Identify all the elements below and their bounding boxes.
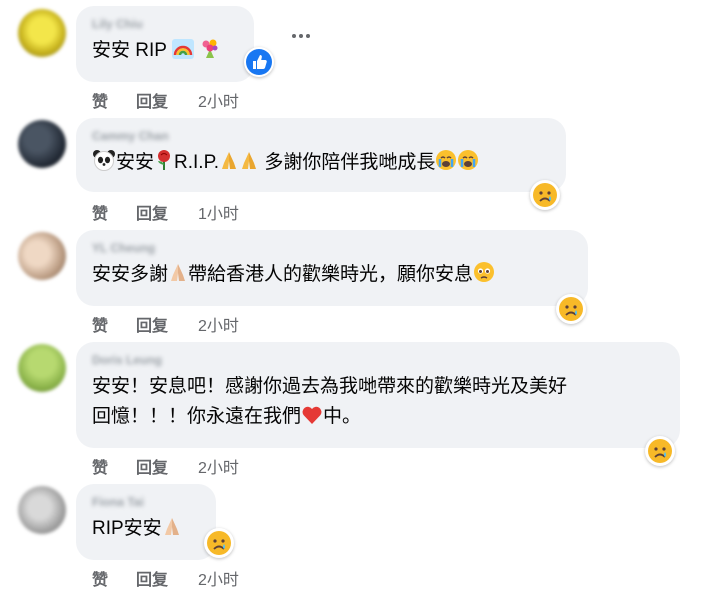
comment-text: RIP安安 — [92, 514, 200, 544]
teary-face-emoji — [474, 262, 495, 282]
comment-text: 安安！安息吧！感謝你過去為我哋帶來的歡樂時光及美好 回憶！！！你永遠在我們 中。 — [92, 372, 664, 432]
timestamp[interactable]: 2小时 — [198, 566, 239, 590]
crying-face-emoji — [436, 150, 457, 170]
like-link[interactable]: 赞 — [92, 566, 136, 590]
comment-actions: 赞 回复 1小时 — [92, 200, 239, 224]
comment-text-line: 回憶！！！你永遠在我們 中。 — [92, 402, 664, 432]
like-link[interactable]: 赞 — [92, 454, 136, 478]
reply-link[interactable]: 回复 — [136, 200, 198, 224]
comments-panel: { "comments": [ { "author": "Lily Chiu",… — [0, 0, 719, 597]
timestamp[interactable]: 2小时 — [198, 88, 239, 112]
sad-reaction-icon[interactable] — [645, 436, 675, 466]
rainbow-emoji — [171, 39, 194, 59]
comment-actions: 赞 回复 2小时 — [92, 88, 239, 112]
folded-hands-emoji — [164, 518, 179, 535]
reply-link[interactable]: 回复 — [136, 88, 198, 112]
red-heart-emoji — [302, 406, 322, 424]
like-reaction-icon[interactable] — [244, 47, 274, 77]
avatar[interactable] — [18, 232, 66, 280]
reply-link[interactable]: 回复 — [136, 454, 198, 478]
timestamp[interactable]: 1小时 — [198, 200, 239, 224]
comment-text-part: 安安 RIP — [92, 40, 167, 61]
folded-hands-emoji — [171, 264, 186, 281]
reply-link[interactable]: 回复 — [136, 566, 198, 590]
avatar[interactable] — [18, 120, 66, 168]
comment-text: 安安 RIP — [92, 36, 238, 66]
comment-actions: 赞 回复 2小时 — [92, 312, 239, 336]
comment-text: 安安 R.I.P. 多謝你陪伴我哋成長 — [92, 148, 550, 178]
comment-actions: 赞 回复 2小时 — [92, 566, 239, 590]
comment-text-part: 安安多謝 — [92, 264, 169, 285]
sad-reaction-icon[interactable] — [530, 180, 560, 210]
like-link[interactable]: 赞 — [92, 312, 136, 336]
comment-author[interactable]: Cammy Chan — [92, 128, 550, 144]
comment-text-part: 中。 — [323, 406, 362, 427]
sad-reaction-icon[interactable] — [556, 294, 586, 324]
more-options-icon[interactable] — [292, 34, 310, 38]
sad-reaction-icon[interactable] — [204, 528, 234, 558]
avatar[interactable] — [18, 486, 66, 534]
crying-face-emoji — [458, 150, 479, 170]
comment-text-line: 安安！安息吧！感謝你過去為我哋帶來的歡樂時光及美好 — [92, 376, 568, 397]
comment-bubble: Lily Chiu 安安 RIP — [76, 6, 254, 82]
comment-text-part: 帶給香港人的歡樂時光，願你安息 — [188, 264, 474, 285]
folded-hands-emoji — [242, 152, 257, 169]
timestamp[interactable]: 2小时 — [198, 312, 239, 336]
like-link[interactable]: 赞 — [92, 88, 136, 112]
comment-author[interactable]: YL Cheung — [92, 240, 572, 256]
avatar[interactable] — [18, 344, 66, 392]
panda-emoji — [93, 150, 115, 171]
comment-text-part: 多謝你陪伴我哋成長 — [264, 152, 436, 173]
timestamp[interactable]: 2小时 — [198, 454, 239, 478]
comment-author[interactable]: Lily Chiu — [92, 16, 238, 32]
comment-bubble: Fiona Tai RIP安安 — [76, 484, 216, 560]
avatar[interactable] — [18, 9, 66, 57]
comment-actions: 赞 回复 2小时 — [92, 454, 239, 478]
comment-text-part: 回憶！！！你永遠在我們 — [92, 406, 302, 427]
comment-bubble: YL Cheung 安安多謝 帶給香港人的歡樂時光，願你安息 — [76, 230, 588, 306]
bouquet-emoji — [202, 39, 218, 58]
comment-text-part: RIP安安 — [92, 518, 162, 539]
comment-bubble: Doris Leung 安安！安息吧！感謝你過去為我哋帶來的歡樂時光及美好 回憶… — [76, 342, 680, 448]
comment-text-part: 安安 — [116, 152, 155, 173]
comment-text-part: R.I.P. — [174, 152, 220, 173]
reply-link[interactable]: 回复 — [136, 312, 198, 336]
comment-author[interactable]: Doris Leung — [92, 352, 664, 368]
rose-emoji — [158, 150, 171, 170]
comment-text: 安安多謝 帶給香港人的歡樂時光，願你安息 — [92, 260, 572, 290]
folded-hands-emoji — [222, 152, 237, 169]
like-link[interactable]: 赞 — [92, 200, 136, 224]
comment-author[interactable]: Fiona Tai — [92, 494, 200, 510]
comment-bubble: Cammy Chan 安安 R.I.P. 多謝你陪伴我哋成長 — [76, 118, 566, 192]
